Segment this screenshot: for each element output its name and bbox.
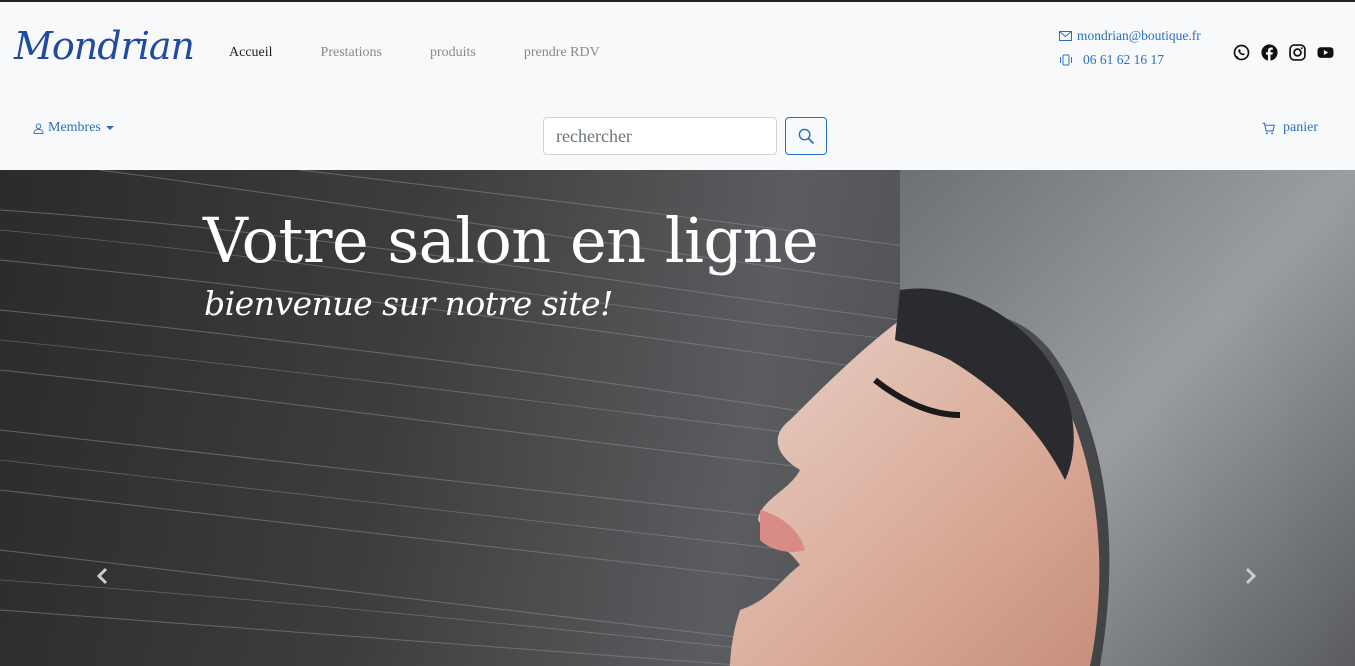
members-label: Membres bbox=[48, 120, 101, 135]
phone-vibrate-icon bbox=[1059, 54, 1073, 66]
contact-info: mondrian@boutique.fr 06 61 62 16 17 bbox=[1059, 24, 1201, 72]
phone-contact[interactable]: 06 61 62 16 17 bbox=[1059, 48, 1201, 72]
phone-text: 06 61 62 16 17 bbox=[1083, 52, 1164, 67]
site-header: Mondrian Accueil Prestations produits pr… bbox=[0, 2, 1355, 170]
chevron-left-icon bbox=[95, 567, 109, 585]
hero-title: Votre salon en ligne bbox=[203, 204, 819, 277]
hero-carousel: Votre salon en ligne bienvenue sur notre… bbox=[0, 170, 1355, 666]
youtube-icon[interactable] bbox=[1317, 44, 1334, 61]
nav-item-prestations[interactable]: Prestations bbox=[321, 44, 382, 62]
main-nav: Accueil Prestations produits prendre RDV bbox=[229, 44, 648, 62]
chevron-right-icon bbox=[1244, 567, 1258, 585]
brand-logo[interactable]: Mondrian bbox=[14, 22, 195, 70]
search-input[interactable] bbox=[543, 117, 777, 155]
search-icon bbox=[798, 128, 814, 144]
email-text: mondrian@boutique.fr bbox=[1077, 28, 1201, 43]
search-button[interactable] bbox=[785, 117, 827, 155]
caret-down-icon bbox=[105, 126, 114, 130]
cart-icon bbox=[1262, 122, 1275, 135]
envelope-icon bbox=[1059, 30, 1073, 42]
nav-item-produits[interactable]: produits bbox=[430, 44, 476, 62]
hero-subtitle: bienvenue sur notre site! bbox=[204, 284, 613, 323]
nav-item-prendre-rdv[interactable]: prendre RDV bbox=[524, 44, 600, 62]
facebook-icon[interactable] bbox=[1261, 44, 1278, 61]
person-icon bbox=[33, 122, 44, 134]
carousel-prev-button[interactable] bbox=[92, 566, 112, 586]
members-dropdown[interactable]: Membres bbox=[33, 120, 114, 136]
whatsapp-icon[interactable] bbox=[1233, 44, 1250, 61]
email-contact[interactable]: mondrian@boutique.fr bbox=[1059, 24, 1201, 48]
nav-item-accueil[interactable]: Accueil bbox=[229, 44, 273, 62]
carousel-next-button[interactable] bbox=[1241, 566, 1261, 586]
instagram-icon[interactable] bbox=[1289, 44, 1306, 61]
cart-label: panier bbox=[1283, 120, 1318, 135]
cart-link[interactable]: panier bbox=[1262, 120, 1318, 136]
social-links bbox=[1233, 44, 1334, 61]
